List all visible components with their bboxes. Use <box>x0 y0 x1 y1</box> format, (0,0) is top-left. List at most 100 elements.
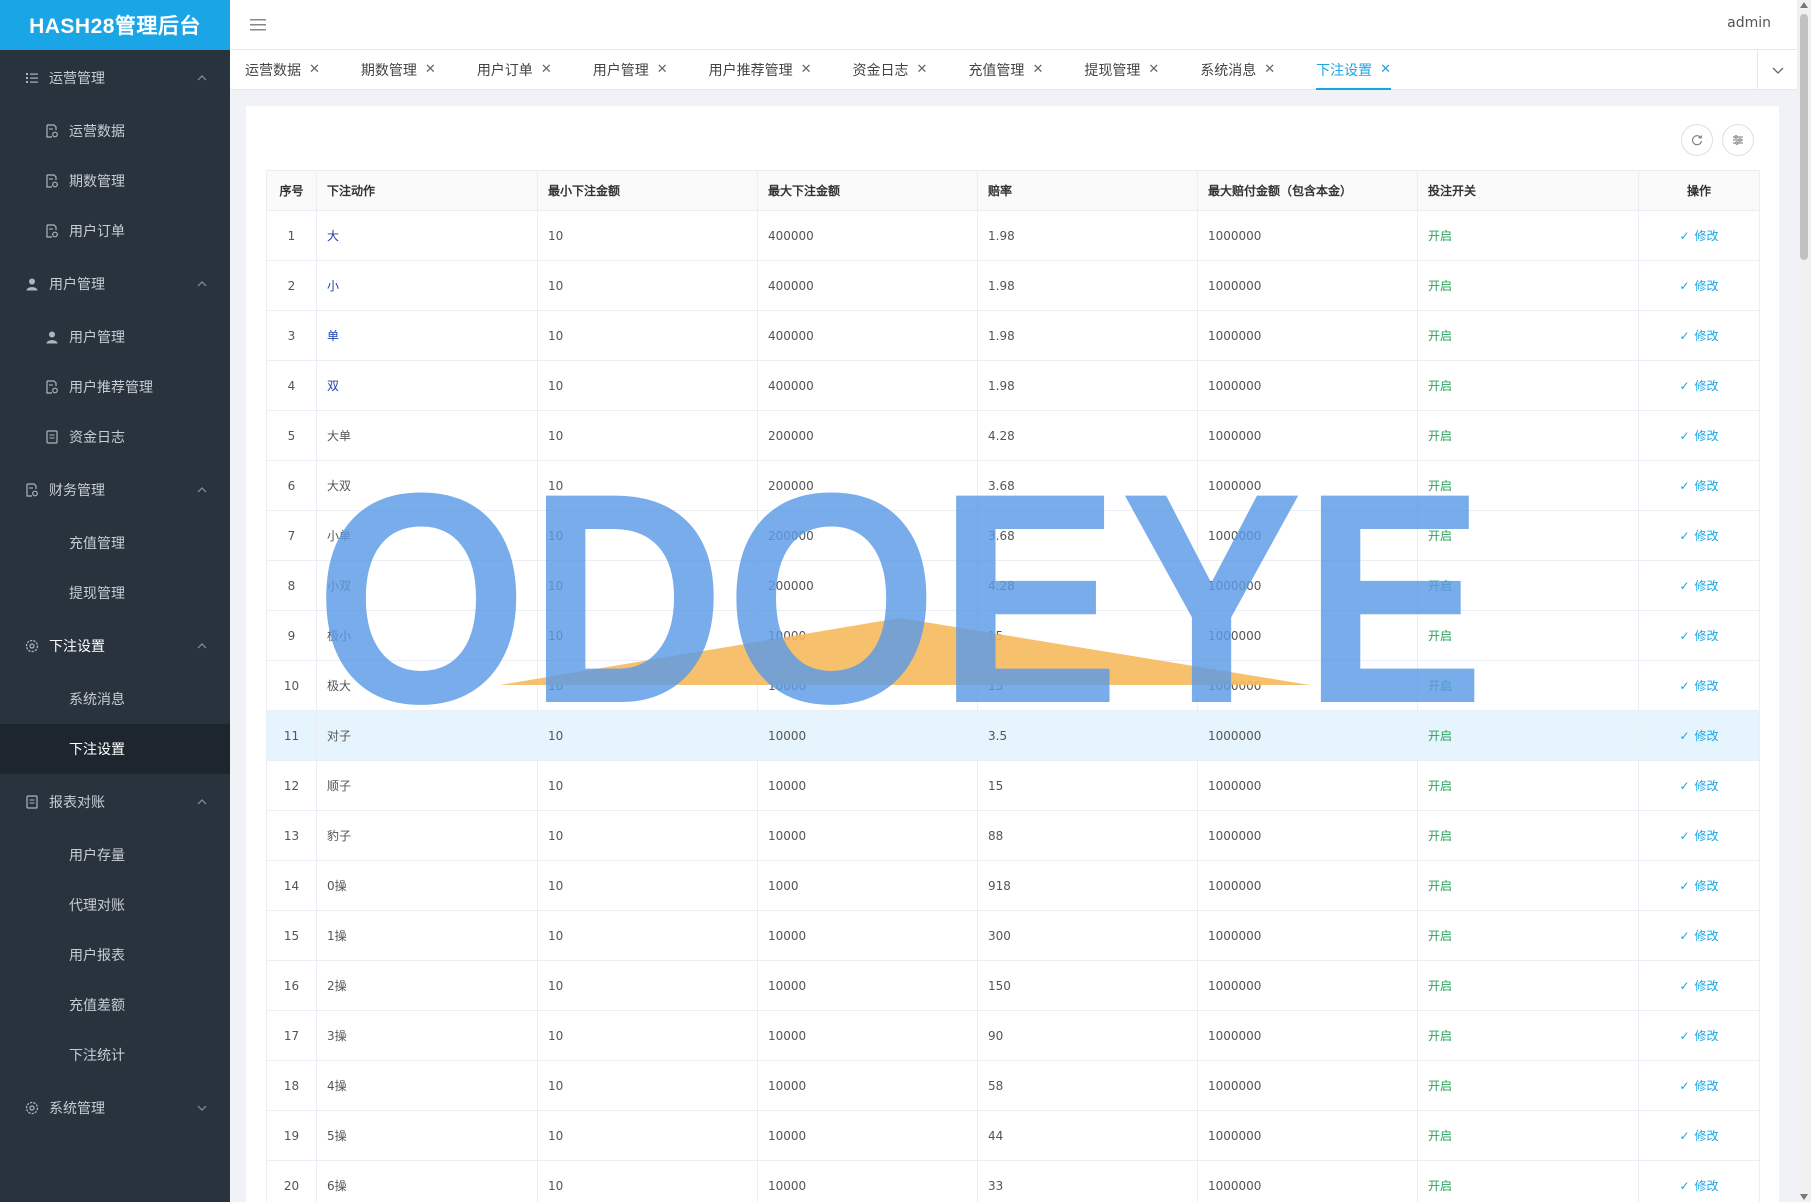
table-row[interactable]: 13 豹子 10 10000 88 1000000 开启 ✓ 修改 <box>266 810 1760 861</box>
sidebar-item-1-1[interactable]: 用户推荐管理 <box>0 362 230 412</box>
tab-8[interactable]: 系统消息 ✕ <box>1200 50 1275 90</box>
sidebar-item-4-4[interactable]: 下注统计 <box>0 1030 230 1080</box>
table-row[interactable]: 12 顺子 10 10000 15 1000000 开启 ✓ 修改 <box>266 760 1760 811</box>
edit-button[interactable]: ✓ 修改 <box>1679 677 1718 694</box>
sidebar-group-0[interactable]: 运营管理 <box>0 50 230 106</box>
edit-label: 修改 <box>1694 929 1719 943</box>
sidebar-group-1[interactable]: 用户管理 <box>0 256 230 312</box>
table-row[interactable]: 5 大单 10 200000 4.28 1000000 开启 ✓ 修改 <box>266 410 1760 461</box>
tab-3[interactable]: 用户管理 ✕ <box>593 50 668 90</box>
sidebar-item-3-1[interactable]: 下注设置 <box>0 724 230 774</box>
scroll-down-icon[interactable] <box>1800 1194 1808 1200</box>
table-row[interactable]: 1 大 10 400000 1.98 1000000 开启 ✓ 修改 <box>266 210 1760 261</box>
sidebar-item-4-0[interactable]: 用户存量 <box>0 830 230 880</box>
check-icon: ✓ <box>1679 978 1690 993</box>
table-row[interactable]: 2 小 10 400000 1.98 1000000 开启 ✓ 修改 <box>266 260 1760 311</box>
edit-button[interactable]: ✓ 修改 <box>1679 377 1718 394</box>
sidebar-item-label: 资金日志 <box>69 430 125 446</box>
table-cell-actions: ✓ 修改 <box>1638 410 1760 461</box>
close-icon[interactable]: ✕ <box>1148 62 1159 77</box>
edit-button[interactable]: ✓ 修改 <box>1679 327 1718 344</box>
table-row[interactable]: 18 4操 10 10000 58 1000000 开启 ✓ 修改 <box>266 1060 1760 1111</box>
edit-button[interactable]: ✓ 修改 <box>1679 1127 1718 1144</box>
sidebar-item-0-0[interactable]: 运营数据 <box>0 106 230 156</box>
edit-button[interactable]: ✓ 修改 <box>1679 1077 1718 1094</box>
table-row[interactable]: 20 6操 10 10000 33 1000000 开启 ✓ 修改 <box>266 1160 1760 1202</box>
tab-9[interactable]: 下注设置 ✕ <box>1316 50 1391 90</box>
tab-1[interactable]: 期数管理 ✕ <box>361 50 436 90</box>
menu-toggle-icon[interactable] <box>248 15 268 35</box>
table-row[interactable]: 19 5操 10 10000 44 1000000 开启 ✓ 修改 <box>266 1110 1760 1161</box>
table-cell-actions: ✓ 修改 <box>1638 560 1760 611</box>
sidebar-group-3[interactable]: 下注设置 <box>0 618 230 674</box>
sidebar-item-1-2[interactable]: 资金日志 <box>0 412 230 462</box>
table-row[interactable]: 3 单 10 400000 1.98 1000000 开启 ✓ 修改 <box>266 310 1760 361</box>
sidebar-item-2-0[interactable]: 充值管理 <box>0 518 230 568</box>
close-icon[interactable]: ✕ <box>917 62 928 77</box>
edit-button[interactable]: ✓ 修改 <box>1679 1177 1718 1194</box>
sidebar-item-3-0[interactable]: 系统消息 <box>0 674 230 724</box>
tab-0[interactable]: 运营数据 ✕ <box>245 50 320 90</box>
edit-button[interactable]: ✓ 修改 <box>1679 827 1718 844</box>
tab-6[interactable]: 充值管理 ✕ <box>968 50 1043 90</box>
table-row[interactable]: 10 极大 10 10000 15 1000000 开启 ✓ 修改 <box>266 660 1760 711</box>
sidebar-item-4-2[interactable]: 用户报表 <box>0 930 230 980</box>
sidebar-item-1-0[interactable]: 用户管理 <box>0 312 230 362</box>
tab-7[interactable]: 提现管理 ✕ <box>1084 50 1159 90</box>
table-row[interactable]: 8 小双 10 200000 4.28 1000000 开启 ✓ 修改 <box>266 560 1760 611</box>
scrollbar-thumb[interactable] <box>1800 14 1808 260</box>
close-icon[interactable]: ✕ <box>1032 62 1043 77</box>
edit-button[interactable]: ✓ 修改 <box>1679 277 1718 294</box>
scroll-up-icon[interactable] <box>1800 2 1808 8</box>
close-icon[interactable]: ✕ <box>801 62 812 77</box>
sidebar-item-0-2[interactable]: 用户订单 <box>0 206 230 256</box>
check-icon: ✓ <box>1679 778 1690 793</box>
table-row[interactable]: 15 1操 10 10000 300 1000000 开启 ✓ 修改 <box>266 910 1760 961</box>
edit-button[interactable]: ✓ 修改 <box>1679 777 1718 794</box>
refresh-button[interactable] <box>1681 124 1713 156</box>
app-logo[interactable]: HASH28管理后台 <box>0 0 230 50</box>
edit-button[interactable]: ✓ 修改 <box>1679 877 1718 894</box>
edit-button[interactable]: ✓ 修改 <box>1679 927 1718 944</box>
table-row[interactable]: 4 双 10 400000 1.98 1000000 开启 ✓ 修改 <box>266 360 1760 411</box>
sidebar-item-4-3[interactable]: 充值差额 <box>0 980 230 1030</box>
close-icon[interactable]: ✕ <box>657 62 668 77</box>
edit-button[interactable]: ✓ 修改 <box>1679 627 1718 644</box>
table-row[interactable]: 11 对子 10 10000 3.5 1000000 开启 ✓ 修改 <box>266 710 1760 761</box>
user-menu[interactable]: admin <box>1727 15 1771 31</box>
tab-4[interactable]: 用户推荐管理 ✕ <box>709 50 812 90</box>
table-row[interactable]: 14 0操 10 1000 918 1000000 开启 ✓ 修改 <box>266 860 1760 911</box>
close-icon[interactable]: ✕ <box>541 62 552 77</box>
table-cell: 2 <box>266 260 317 311</box>
check-icon: ✓ <box>1679 1028 1690 1043</box>
sidebar-item-0-1[interactable]: 期数管理 <box>0 156 230 206</box>
tab-2[interactable]: 用户订单 ✕ <box>477 50 552 90</box>
edit-button[interactable]: ✓ 修改 <box>1679 577 1718 594</box>
tab-more-button[interactable] <box>1757 50 1797 90</box>
edit-button[interactable]: ✓ 修改 <box>1679 527 1718 544</box>
close-icon[interactable]: ✕ <box>1380 62 1391 77</box>
table-row[interactable]: 17 3操 10 10000 90 1000000 开启 ✓ 修改 <box>266 1010 1760 1061</box>
edit-button[interactable]: ✓ 修改 <box>1679 727 1718 744</box>
table-row[interactable]: 9 极小 10 10000 15 1000000 开启 ✓ 修改 <box>266 610 1760 661</box>
sidebar-item-2-1[interactable]: 提现管理 <box>0 568 230 618</box>
sidebar-group-5[interactable]: 系统管理 <box>0 1080 230 1136</box>
sidebar-item-4-1[interactable]: 代理对账 <box>0 880 230 930</box>
table-row[interactable]: 7 小单 10 200000 3.68 1000000 开启 ✓ 修改 <box>266 510 1760 561</box>
sidebar-group-2[interactable]: 财务管理 <box>0 462 230 518</box>
table-cell: 10 <box>266 660 317 711</box>
edit-button[interactable]: ✓ 修改 <box>1679 977 1718 994</box>
close-icon[interactable]: ✕ <box>309 62 320 77</box>
edit-button[interactable]: ✓ 修改 <box>1679 1027 1718 1044</box>
table-row[interactable]: 6 大双 10 200000 3.68 1000000 开启 ✓ 修改 <box>266 460 1760 511</box>
edit-button[interactable]: ✓ 修改 <box>1679 477 1718 494</box>
tab-5[interactable]: 资金日志 ✕ <box>853 50 928 90</box>
table-row[interactable]: 16 2操 10 10000 150 1000000 开启 ✓ 修改 <box>266 960 1760 1011</box>
column-settings-button[interactable] <box>1722 124 1754 156</box>
page-scrollbar[interactable] <box>1797 0 1811 1202</box>
close-icon[interactable]: ✕ <box>425 62 436 77</box>
sidebar-group-4[interactable]: 报表对账 <box>0 774 230 830</box>
close-icon[interactable]: ✕ <box>1264 62 1275 77</box>
edit-button[interactable]: ✓ 修改 <box>1679 227 1718 244</box>
edit-button[interactable]: ✓ 修改 <box>1679 427 1718 444</box>
